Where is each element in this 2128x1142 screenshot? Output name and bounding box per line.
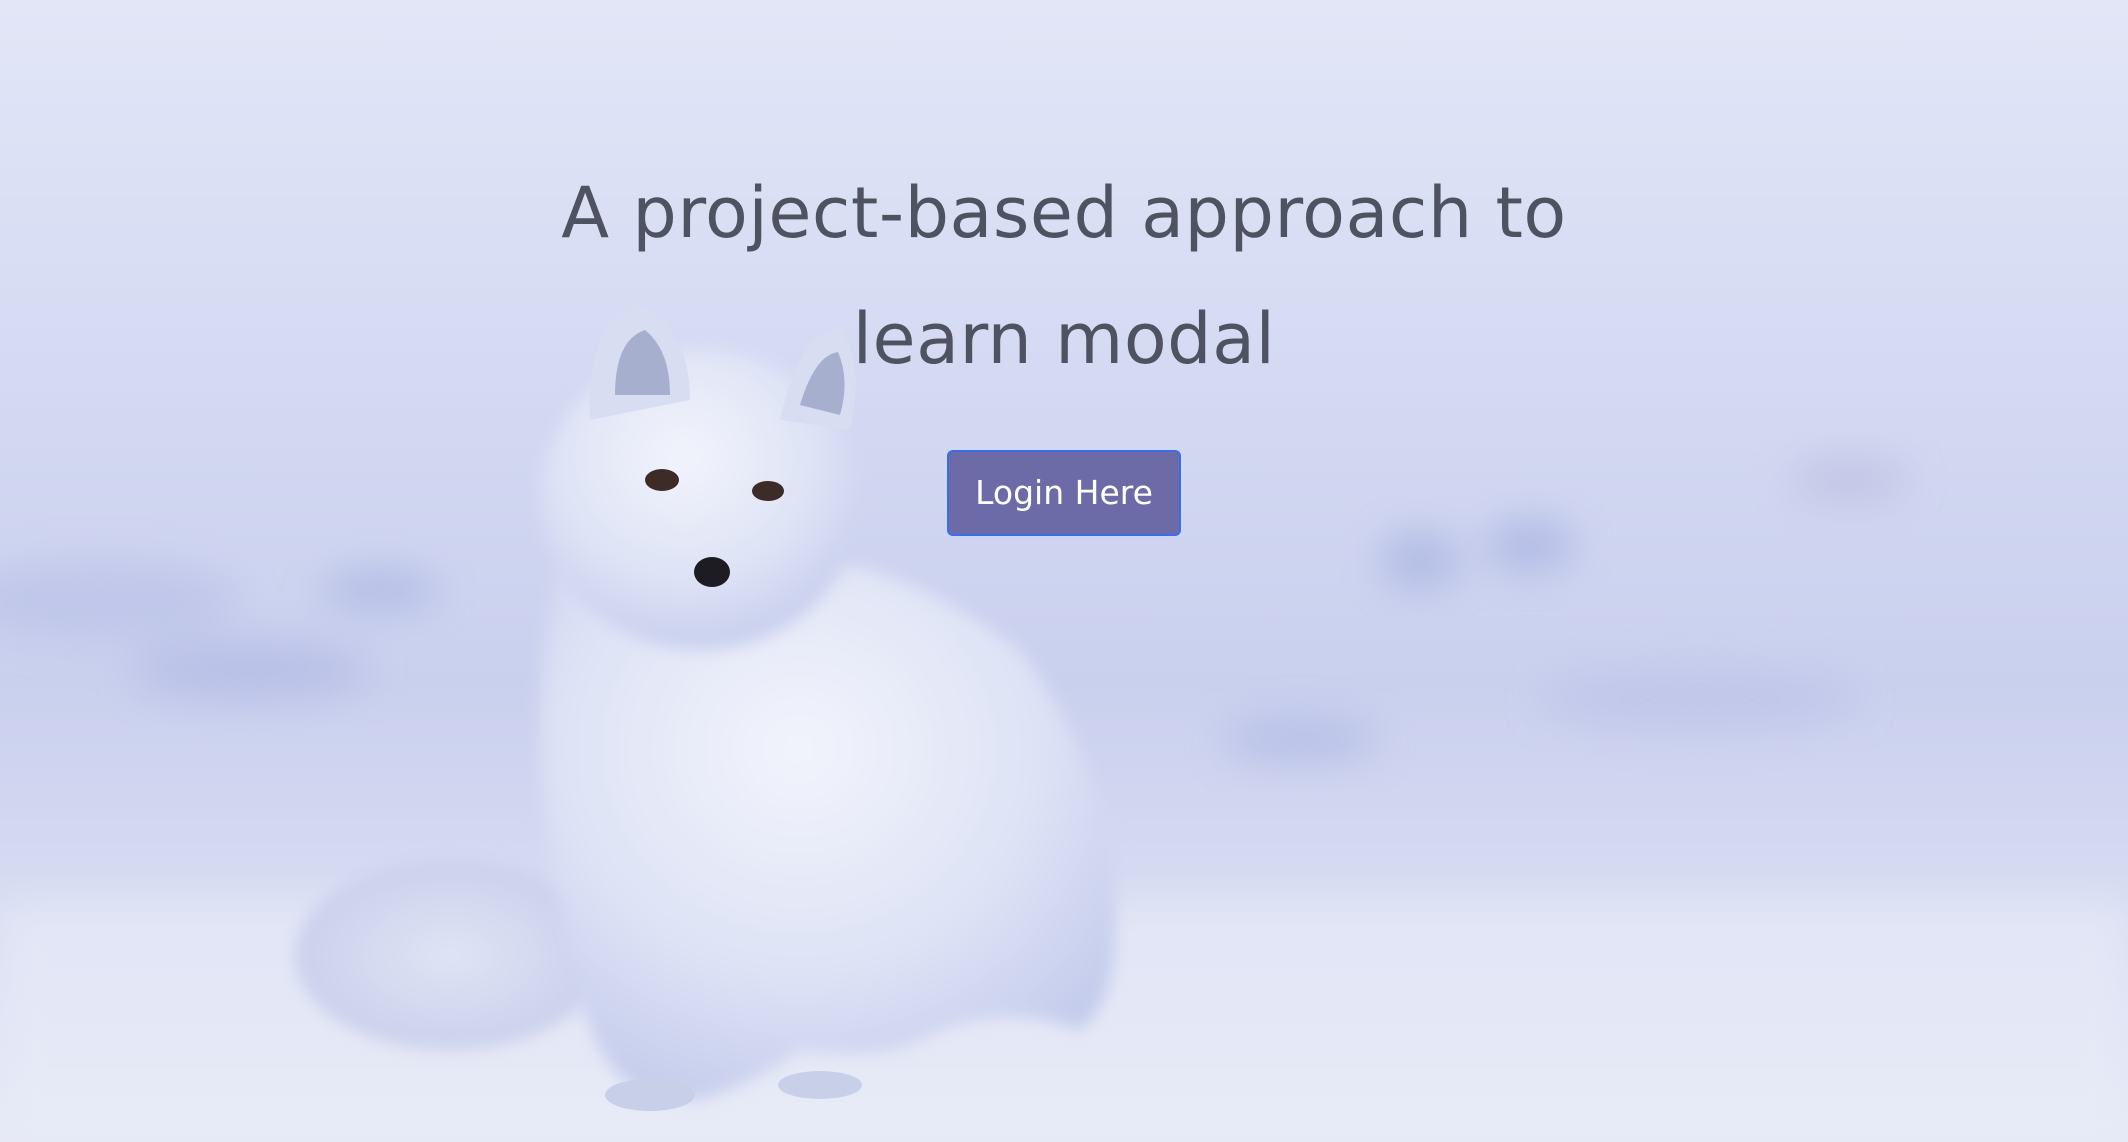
- hero-section: A project-based approach to learn modal …: [0, 0, 2128, 1142]
- login-button[interactable]: Login Here: [947, 450, 1181, 536]
- hero-content: A project-based approach to learn modal …: [0, 150, 2128, 536]
- hero-title: A project-based approach to learn modal: [561, 172, 1567, 380]
